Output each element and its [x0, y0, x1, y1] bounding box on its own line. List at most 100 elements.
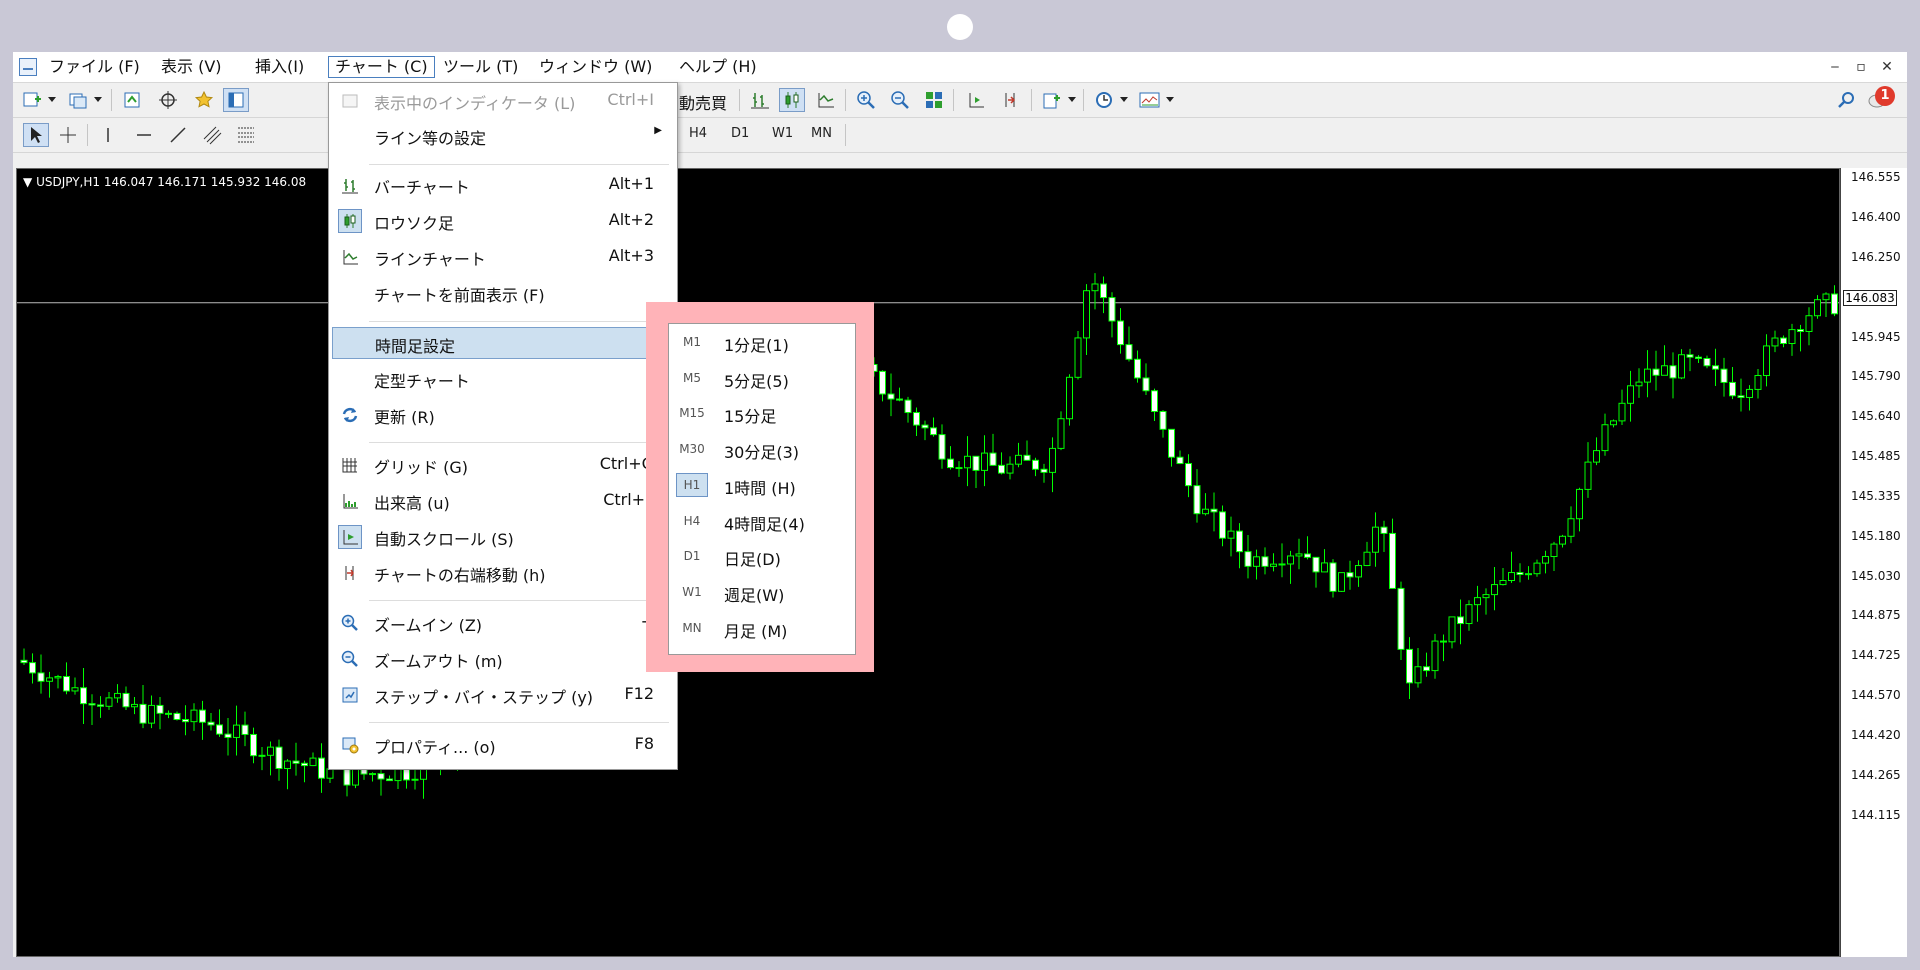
- menu-item-properties[interactable]: プロパティ... (o) F8: [332, 729, 674, 761]
- menu-help[interactable]: ヘルプ (H): [673, 56, 763, 78]
- tile-windows-icon[interactable]: [921, 88, 947, 112]
- close-button[interactable]: ✕: [1877, 58, 1897, 76]
- submenu-item-m30[interactable]: M30 30分足(3): [672, 433, 852, 465]
- menu-item-auto-scroll[interactable]: 自動スクロール (S): [332, 521, 674, 553]
- submenu-item-h1[interactable]: H1 1時間 (H): [672, 469, 852, 501]
- candle-body: [105, 697, 113, 707]
- submenu-item-h4[interactable]: H4 4時間足(4): [672, 505, 852, 537]
- submenu-item-mn[interactable]: MN 月足 (M): [672, 612, 852, 644]
- auto-scroll-icon[interactable]: [963, 88, 989, 112]
- price-axis[interactable]: 146.555 146.400 146.250 145.945 145.790 …: [1840, 168, 1907, 957]
- minimize-button[interactable]: ‒: [1825, 58, 1845, 76]
- menu-item-step-by-step[interactable]: ステップ・バイ・ステップ (y) F12: [332, 679, 674, 711]
- menu-item-templates[interactable]: 定型チャート ▶: [332, 363, 674, 395]
- search-icon[interactable]: [1833, 88, 1859, 112]
- price-label: 144.115: [1851, 808, 1901, 822]
- menu-item-periodicity[interactable]: 時間足設定 ▶: [332, 327, 674, 359]
- crosshair-icon[interactable]: [55, 123, 81, 147]
- favorites-star-icon[interactable]: [191, 88, 217, 112]
- menu-item-label: 更新 (R): [374, 408, 435, 427]
- menu-item-candlesticks[interactable]: ロウソク足 Alt+2: [332, 205, 674, 237]
- candle-body: [1083, 290, 1090, 339]
- candle-body: [1525, 573, 1532, 576]
- candle-body: [46, 677, 53, 682]
- market-watch-icon[interactable]: [119, 88, 145, 112]
- crosshair-navigator-icon[interactable]: [155, 88, 181, 112]
- chart-canvas[interactable]: ▼ USDJPY,H1 146.047 146.171 145.932 146.…: [16, 168, 1840, 957]
- collapse-triangle-icon[interactable]: ▼: [23, 175, 32, 189]
- profiles-icon[interactable]: [65, 88, 91, 112]
- candle-body: [1448, 616, 1456, 643]
- toolbar-separator: [1083, 89, 1084, 111]
- candle-body: [1423, 666, 1430, 672]
- submenu-item-m1[interactable]: M1 1分足(1): [672, 326, 852, 358]
- periods-clock-icon[interactable]: [1091, 88, 1117, 112]
- chevron-down-icon[interactable]: [1117, 88, 1131, 112]
- menu-item-label: チャートの右端移動 (h): [374, 566, 546, 585]
- chevron-down-icon[interactable]: [1065, 88, 1079, 112]
- auto-trading-label[interactable]: 動売買: [679, 90, 727, 114]
- timeframe-mn[interactable]: MN: [811, 126, 832, 141]
- line-chart-icon[interactable]: [813, 88, 839, 112]
- menu-item-bar-chart[interactable]: バーチャート Alt+1: [332, 169, 674, 201]
- submenu-item-w1[interactable]: W1 週足(W): [672, 576, 852, 608]
- equidistant-channel-icon[interactable]: [199, 123, 225, 147]
- horizontal-line-icon[interactable]: [131, 123, 157, 147]
- candle-body: [1618, 402, 1626, 422]
- zoom-out-icon[interactable]: [887, 88, 913, 112]
- candle-body: [1652, 368, 1660, 376]
- menu-item-indicators-list[interactable]: 表示中のインディケータ (L) Ctrl+I: [332, 85, 674, 117]
- menu-item-volumes[interactable]: 出来高 (u) Ctrl+L: [332, 485, 674, 517]
- candle-body: [1559, 535, 1566, 545]
- menu-item-label: 自動スクロール (S): [374, 530, 514, 549]
- indicators-icon[interactable]: [1039, 88, 1065, 112]
- chevron-down-icon[interactable]: [91, 88, 105, 112]
- chevron-down-icon[interactable]: [1163, 88, 1177, 112]
- menu-window[interactable]: ウィンドウ (W): [533, 56, 658, 78]
- timeframe-h4[interactable]: H4: [689, 126, 707, 141]
- menu-item-foreground-chart[interactable]: チャートを前面表示 (F): [332, 277, 674, 309]
- submenu-item-m15[interactable]: M15 15分足: [672, 397, 852, 429]
- new-chart-icon[interactable]: [19, 88, 45, 112]
- candle-body: [913, 412, 920, 426]
- menu-item-grid[interactable]: グリッド (G) Ctrl+G: [332, 449, 674, 481]
- submenu-item-m5[interactable]: M5 5分足(5): [672, 362, 852, 394]
- candle-body: [989, 452, 997, 466]
- menu-item-zoom-in[interactable]: ズームイン (Z) +: [332, 607, 674, 639]
- menu-tools[interactable]: ツール (T): [437, 56, 524, 78]
- menu-item-shortcut: F12: [624, 684, 654, 703]
- menu-file[interactable]: ファイル (F): [43, 56, 146, 78]
- menu-view[interactable]: 表示 (V): [155, 56, 228, 78]
- trendline-icon[interactable]: [165, 123, 191, 147]
- zoom-in-icon[interactable]: [853, 88, 879, 112]
- vertical-line-icon[interactable]: [95, 123, 121, 147]
- menu-chart[interactable]: チャート (C): [328, 56, 435, 78]
- submenu-item-label: 15分足: [724, 407, 777, 426]
- candle-body: [258, 754, 266, 757]
- candle-body: [1788, 329, 1796, 345]
- bar-chart-icon[interactable]: [747, 88, 773, 112]
- timeframe-w1[interactable]: W1: [772, 126, 793, 141]
- timeframe-d1[interactable]: D1: [731, 126, 749, 141]
- menu-item-refresh[interactable]: 更新 (R): [332, 399, 674, 431]
- menu-item-label: 時間足設定: [375, 337, 456, 356]
- restore-button[interactable]: ▫: [1851, 58, 1871, 76]
- menu-insert[interactable]: 挿入(I): [249, 56, 310, 78]
- price-label: 144.875: [1851, 608, 1901, 622]
- cursor-arrow-icon[interactable]: [23, 123, 49, 147]
- submenu-item-d1[interactable]: D1 日足(D): [672, 540, 852, 572]
- app-icon[interactable]: [19, 58, 37, 76]
- menu-item-zoom-out[interactable]: ズームアウト (m) -: [332, 643, 674, 675]
- templates-icon[interactable]: [1137, 88, 1163, 112]
- fibonacci-icon[interactable]: [233, 123, 259, 147]
- chart-shift-icon[interactable]: [997, 88, 1023, 112]
- menu-item-label: ライン等の設定: [374, 129, 487, 148]
- candlestick-icon[interactable]: [779, 88, 805, 112]
- menu-item-line-chart[interactable]: ラインチャート Alt+3: [332, 241, 674, 273]
- menu-item-objects[interactable]: ライン等の設定 ▶: [332, 120, 674, 152]
- terminal-icon[interactable]: [223, 88, 249, 112]
- zoom-out-icon: [338, 647, 362, 671]
- menu-item-chart-shift[interactable]: チャートの右端移動 (h): [332, 557, 674, 589]
- chevron-down-icon[interactable]: [45, 88, 59, 112]
- candle-body: [1125, 344, 1133, 360]
